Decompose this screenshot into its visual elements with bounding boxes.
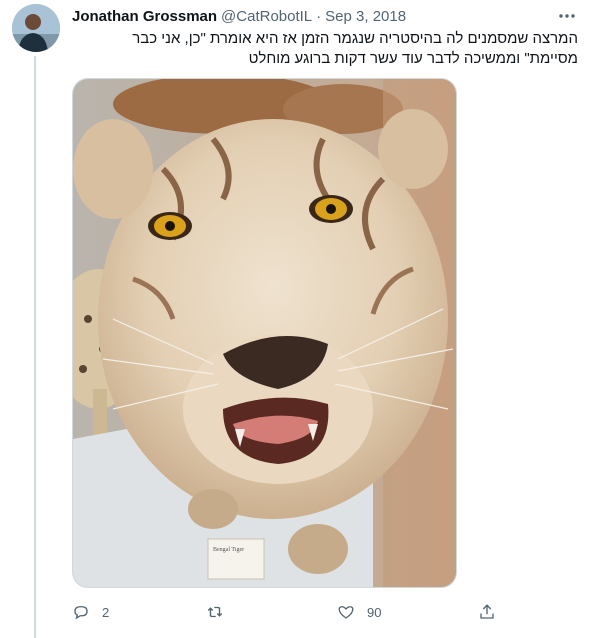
- tweet-text-line-2: מסיימת" וממשיכה לדבר עוד עשר דקות ברוגע …: [248, 50, 578, 67]
- reply-button[interactable]: 2: [72, 601, 109, 623]
- exhibit-label: Bengal Tiger: [213, 547, 244, 553]
- separator-dot: ·: [316, 7, 322, 25]
- thread-line: [34, 56, 36, 638]
- like-count: 90: [367, 604, 382, 620]
- share-icon: [480, 604, 494, 619]
- tweet-date[interactable]: Sep 3, 2018: [325, 8, 406, 25]
- more-icon[interactable]: [557, 6, 577, 26]
- like-button[interactable]: 90: [337, 601, 381, 623]
- tweet-text-line-1: המרצה שמסמנים לה בהיסטריה שנגמר הזמן אז …: [132, 30, 578, 47]
- reply-icon: [74, 606, 88, 620]
- tweet-photo[interactable]: Bengal Tiger: [72, 78, 457, 588]
- retweet-icon: [207, 606, 223, 618]
- tweet-text: המרצה שמסמנים לה בהיסטריה שנגמר הזמן אז …: [72, 29, 578, 69]
- avatar[interactable]: [12, 4, 60, 52]
- heart-icon: [338, 606, 354, 619]
- share-button[interactable]: [478, 601, 496, 623]
- author-handle[interactable]: @CatRobotIL: [221, 8, 312, 25]
- retweet-button[interactable]: [206, 601, 236, 623]
- author-name[interactable]: Jonathan Grossman: [72, 8, 217, 25]
- tweet-actions: 2 90: [72, 601, 502, 623]
- tweet-header: Jonathan Grossman @CatRobotIL · Sep 3, 2…: [72, 6, 577, 26]
- reply-count: 2: [102, 604, 110, 620]
